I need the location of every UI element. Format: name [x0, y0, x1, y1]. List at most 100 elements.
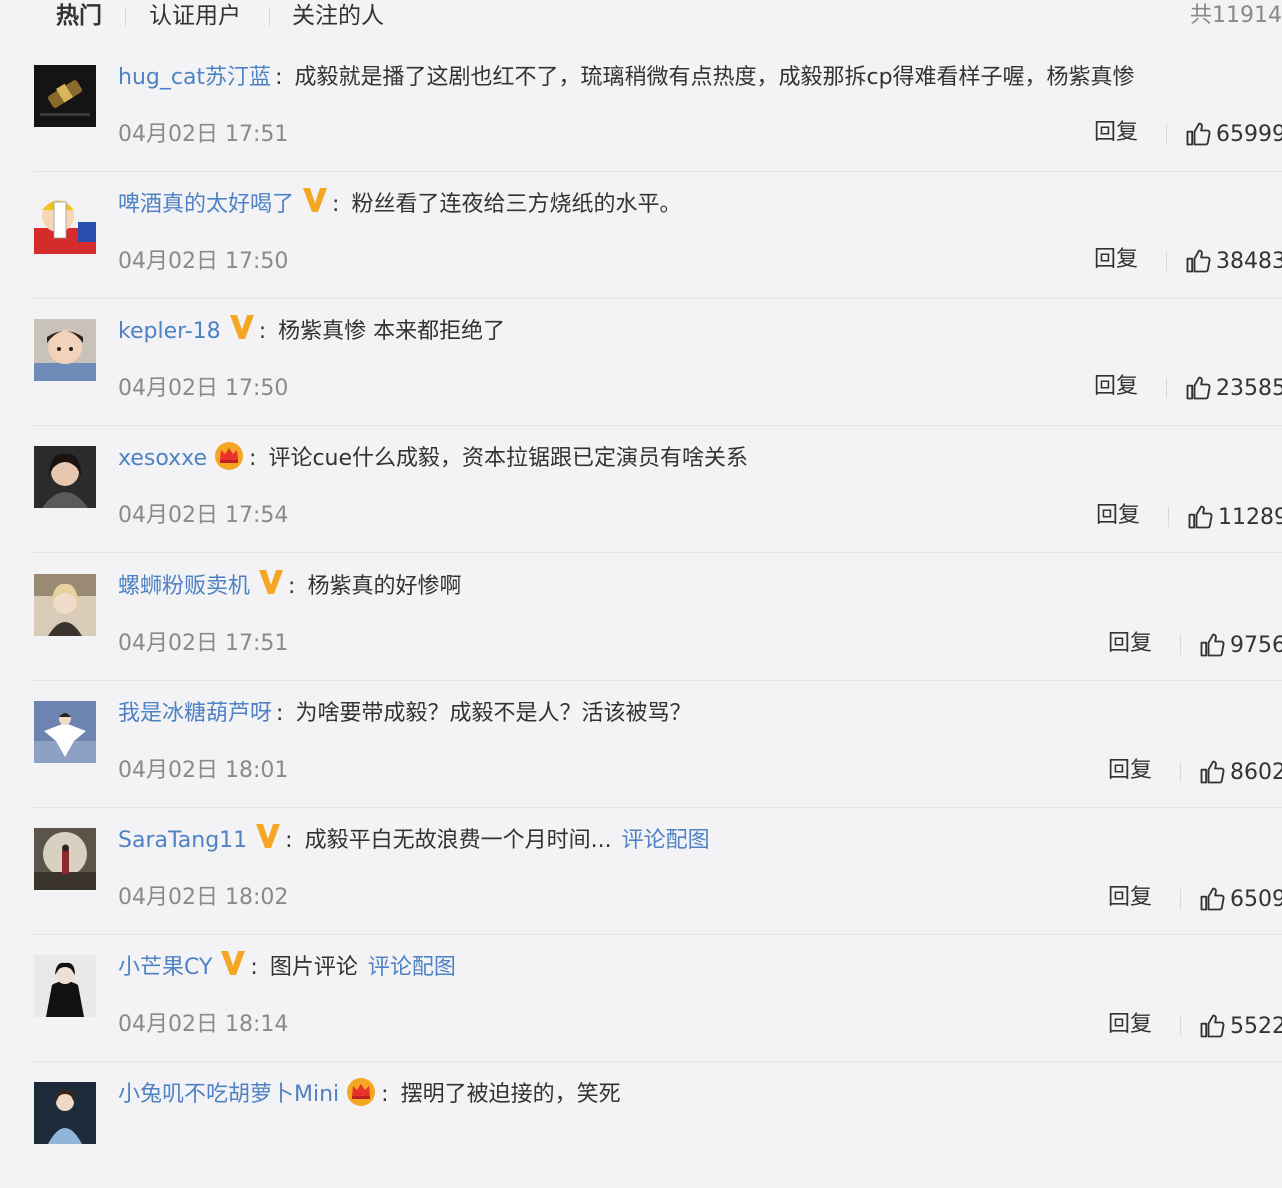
thumbs-up-icon — [1200, 633, 1225, 657]
comment-text: 成毅就是播了这剧也红不了，琉璃稍微有点热度，成毅那拆cp得难看样子喔，杨紫真惨 — [294, 65, 1135, 90]
colon: : — [275, 65, 283, 90]
comment-time: 04月02日 17:50 — [118, 376, 289, 401]
comment-text: 粉丝看了连夜给三方烧纸的水平。 — [351, 192, 682, 217]
comment-item: 小芒果CY: 图片评论 评论配图 04月02日 18:14 回复 5522 — [34, 934, 1282, 1062]
like-count: 5522 — [1230, 1014, 1282, 1039]
avatar[interactable] — [34, 192, 96, 254]
action-divider — [1180, 762, 1181, 782]
comment-item: 我是冰糖葫芦呀: 为啥要带成毅？成毅不是人？活该被骂？ 04月02日 18:01 … — [34, 680, 1282, 808]
avatar[interactable] — [34, 65, 96, 127]
colon: : — [288, 574, 296, 599]
comment-item: xesoxxe: 评论cue什么成毅，资本拉锯跟已定演员有啥关系 04月02日 1… — [34, 425, 1282, 553]
like-count: 6509 — [1230, 887, 1282, 912]
comment-text: 为啥要带成毅？成毅不是人？活该被骂？ — [295, 701, 692, 726]
comment-text: 摆明了被迫接的，笑死 — [400, 1082, 621, 1107]
action-divider — [1166, 251, 1167, 271]
thumbs-up-icon — [1188, 505, 1213, 529]
username-link[interactable]: 啤酒真的太好喝了 — [118, 192, 294, 217]
avatar[interactable] — [34, 828, 96, 890]
comment-text: 杨紫真惨 本来都拒绝了 — [278, 319, 506, 344]
comment-filter-tabs: 热门 认证用户 关注的人 共11914 — [0, 0, 1282, 36]
comment-item: 螺蛳粉贩卖机: 杨紫真的好惨啊 04月02日 17:51 回复 9756 — [34, 553, 1282, 681]
action-divider — [1180, 889, 1181, 909]
comment-item: 小兔叽不吃胡萝卜Mini: 摆明了被迫接的，笑死 — [34, 1061, 1282, 1188]
crown-badge-icon — [215, 442, 244, 470]
comment-text: 图片评论 — [269, 955, 358, 980]
colon: : — [285, 828, 293, 853]
reply-button[interactable]: 回复 — [1108, 883, 1152, 913]
action-divider — [1166, 124, 1167, 144]
comment-text: 评论cue什么成毅，资本拉锯跟已定演员有啥关系 — [268, 446, 749, 471]
comment-time: 04月02日 18:14 — [118, 1012, 289, 1037]
colon: : — [381, 1082, 389, 1107]
action-divider — [1180, 1016, 1181, 1036]
avatar[interactable] — [34, 319, 96, 381]
colon: : — [332, 192, 340, 217]
reply-button[interactable]: 回复 — [1108, 1010, 1152, 1040]
tab-hot[interactable]: 热门 — [56, 0, 102, 32]
username-link[interactable]: kepler-18 — [118, 319, 221, 344]
comment-text: 杨紫真的好惨啊 — [307, 574, 462, 599]
comment-time: 04月02日 17:51 — [118, 631, 289, 656]
like-count: 23585 — [1216, 376, 1282, 401]
comment-item: 啤酒真的太好喝了: 粉丝看了连夜给三方烧纸的水平。 04月02日 17:50 回复… — [34, 171, 1282, 299]
comment-image-link[interactable]: 评论配图 — [368, 955, 456, 980]
username-link[interactable]: xesoxxe — [118, 446, 207, 471]
avatar[interactable] — [34, 955, 96, 1017]
comment-text: 成毅平白无故浪费一个月时间... — [304, 828, 612, 853]
comment-time: 04月02日 18:02 — [118, 885, 289, 910]
avatar[interactable] — [34, 574, 96, 636]
comment-image-link[interactable]: 评论配图 — [622, 828, 710, 853]
verified-v-icon — [256, 824, 281, 848]
avatar[interactable] — [34, 446, 96, 508]
tab-divider — [269, 8, 270, 26]
username-link[interactable]: 螺蛳粉贩卖机 — [118, 574, 250, 599]
colon: : — [276, 701, 284, 726]
tab-divider — [125, 8, 126, 26]
username-link[interactable]: 小兔叽不吃胡萝卜Mini — [118, 1082, 339, 1107]
thumbs-up-icon — [1186, 376, 1211, 400]
like-count: 9756 — [1230, 633, 1282, 658]
avatar[interactable] — [34, 1082, 96, 1144]
tab-following[interactable]: 关注的人 — [292, 0, 384, 32]
comment-time: 04月02日 17:51 — [118, 122, 289, 147]
reply-button[interactable]: 回复 — [1108, 629, 1152, 659]
reply-button[interactable]: 回复 — [1094, 245, 1138, 275]
username-link[interactable]: 小芒果CY — [118, 955, 212, 980]
tab-verified-users[interactable]: 认证用户 — [149, 0, 241, 32]
comment-time: 04月02日 17:54 — [118, 503, 289, 528]
thumbs-up-icon — [1200, 887, 1225, 911]
thumbs-up-icon — [1186, 122, 1211, 146]
verified-v-icon — [221, 951, 246, 975]
comment-time: 04月02日 18:01 — [118, 758, 289, 783]
thumbs-up-icon — [1200, 760, 1225, 784]
verified-v-icon — [303, 188, 328, 212]
like-count: 11289 — [1218, 505, 1282, 530]
colon: : — [250, 955, 258, 980]
reply-button[interactable]: 回复 — [1108, 756, 1152, 786]
comment-item: kepler-18: 杨紫真惨 本来都拒绝了 04月02日 17:50 回复 23… — [34, 298, 1282, 426]
thumbs-up-icon — [1186, 249, 1211, 273]
reply-button[interactable]: 回复 — [1094, 372, 1138, 402]
action-divider — [1166, 378, 1167, 398]
crown-badge-icon — [347, 1078, 376, 1106]
like-count: 38483 — [1216, 249, 1282, 274]
action-divider — [1168, 507, 1169, 527]
colon: : — [258, 319, 267, 344]
thumbs-up-icon — [1200, 1014, 1225, 1038]
verified-v-icon — [259, 570, 284, 594]
comment-item: hug_cat苏汀蓝: 成毅就是播了这剧也红不了，琉璃稍微有点热度，成毅那拆cp得… — [34, 44, 1282, 172]
comment-time: 04月02日 17:50 — [118, 249, 289, 274]
like-count: 8602 — [1230, 760, 1282, 785]
username-link[interactable]: SaraTang11 — [118, 828, 247, 853]
reply-button[interactable]: 回复 — [1094, 118, 1138, 148]
username-link[interactable]: 我是冰糖葫芦呀 — [118, 701, 272, 726]
reply-button[interactable]: 回复 — [1096, 501, 1140, 531]
like-count: 65999 — [1216, 122, 1282, 147]
comment-item: SaraTang11: 成毅平白无故浪费一个月时间... 评论配图 04月02日 1… — [34, 807, 1282, 935]
colon: : — [249, 446, 257, 471]
avatar[interactable] — [34, 701, 96, 763]
comment-total-count: 共11914 — [1190, 3, 1282, 28]
username-link[interactable]: hug_cat苏汀蓝 — [118, 65, 271, 90]
action-divider — [1180, 635, 1181, 655]
